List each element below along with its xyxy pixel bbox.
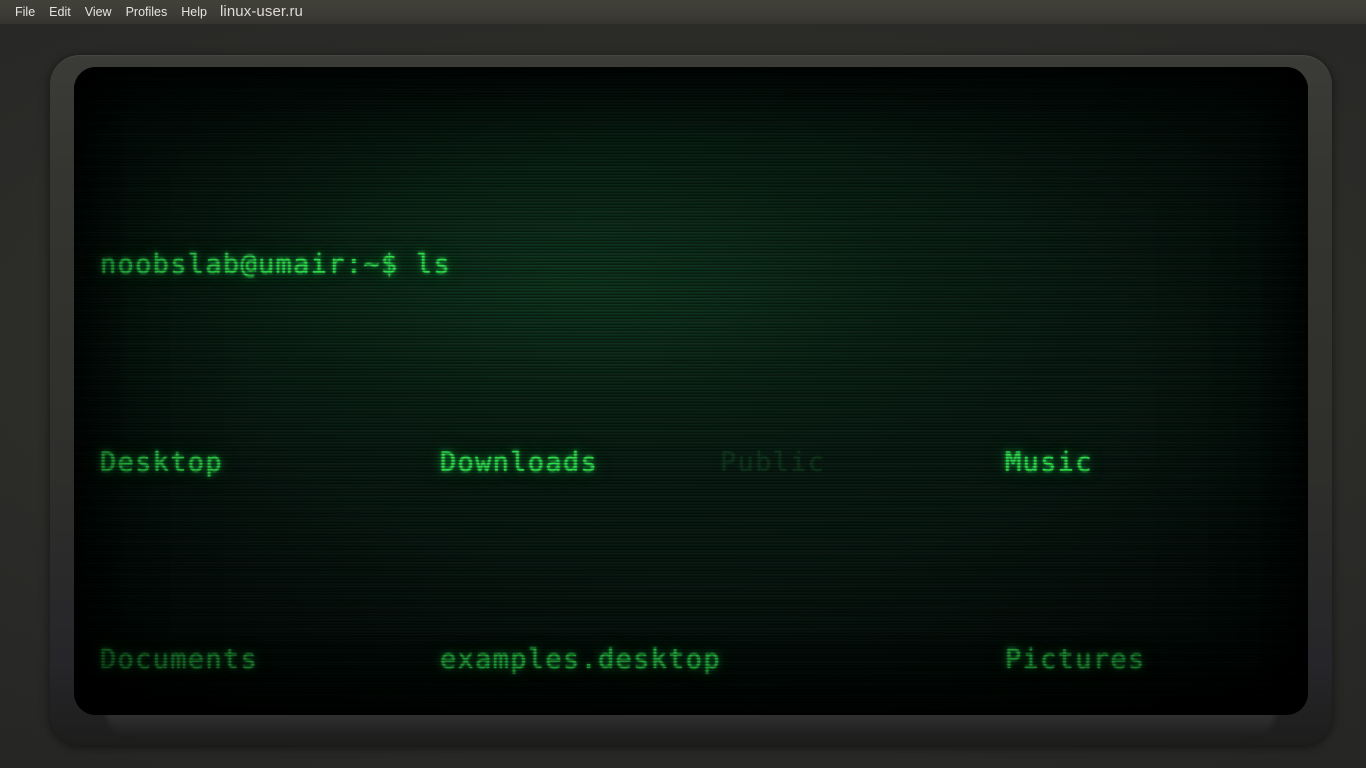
shell-prompt: noobslab@umair:~$ ls	[100, 249, 452, 280]
file-entry-public-dim: Public	[720, 446, 826, 478]
file-entry-documents: Documents	[100, 644, 258, 675]
menu-item-file[interactable]: File	[8, 0, 42, 24]
crt-screen[interactable]: noobslab@umair:~$ ls Desktop Downloads Pub…	[74, 67, 1308, 715]
file-entry-pictures: Pictures	[1005, 644, 1146, 675]
terminal-output[interactable]: noobslab@umair:~$ ls Desktop Downloads Pub…	[100, 87, 1298, 715]
file-entry-desktop: Desktop	[100, 446, 223, 478]
desktop-background: File Edit View Profiles Help linux-user.…	[0, 0, 1366, 768]
site-watermark: linux-user.ru	[219, 3, 303, 20]
terminal-line: noobslab@umair:~$ ls	[100, 245, 1298, 285]
crt-monitor-bezel: noobslab@umair:~$ ls Desktop Downloads Pub…	[50, 55, 1332, 745]
application-menubar: File Edit View Profiles Help linux-user.…	[0, 0, 1366, 24]
terminal-line: Desktop Downloads Public Music	[100, 443, 1298, 483]
menu-item-profiles[interactable]: Profiles	[119, 0, 175, 24]
menu-item-edit[interactable]: Edit	[42, 0, 78, 24]
file-entry-examples-desktop: examples.desktop	[440, 644, 721, 675]
terminal-line: Documents examples.desktop Pictures	[100, 640, 1298, 680]
menu-item-help[interactable]: Help	[174, 0, 214, 24]
file-entry-downloads: Downloads	[440, 446, 598, 478]
file-entry-music: Music	[1005, 446, 1093, 478]
menu-item-view[interactable]: View	[78, 0, 119, 24]
